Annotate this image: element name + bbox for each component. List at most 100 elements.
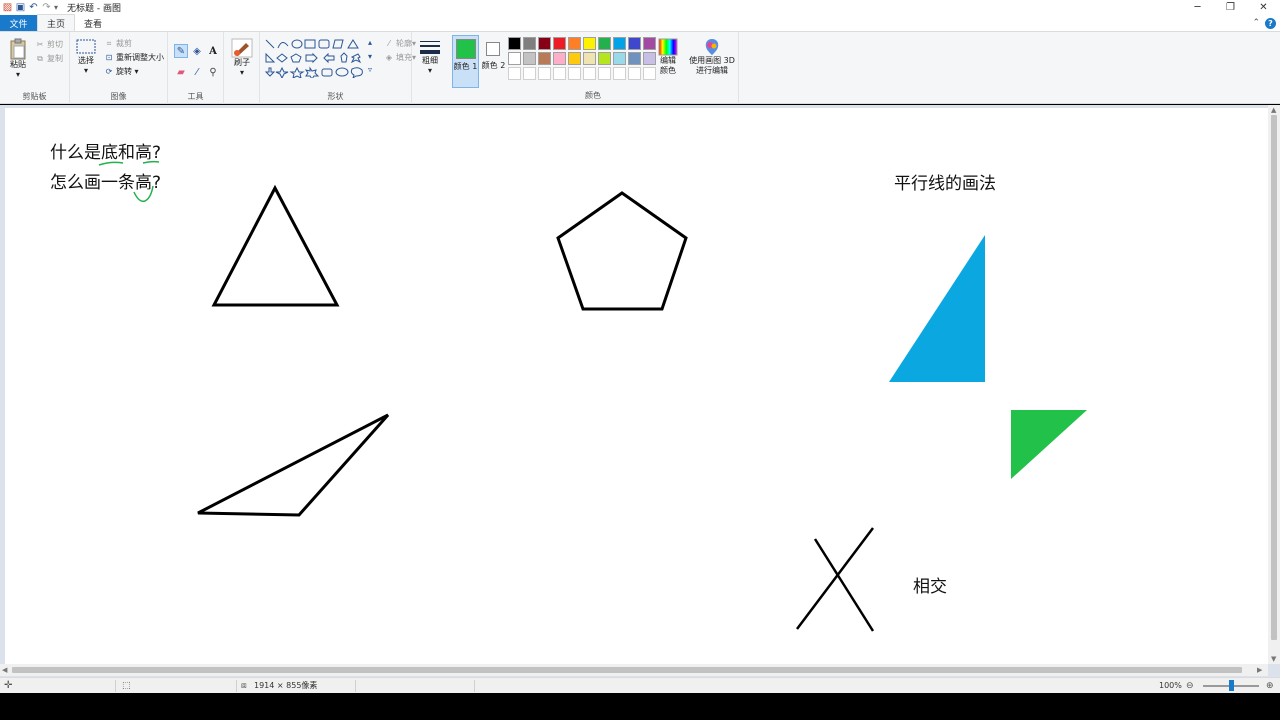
palette-swatch[interactable] <box>613 52 626 65</box>
canvas-text-line2: 怎么画一条高? <box>50 173 162 193</box>
shapes-gallery[interactable] <box>264 38 368 78</box>
select-label: 选择 <box>78 56 94 65</box>
palette-swatch[interactable] <box>508 67 521 80</box>
fill-button[interactable]: ◈ 填充 ▾ <box>372 52 416 63</box>
palette-swatch[interactable] <box>523 52 536 65</box>
palette-swatch[interactable] <box>553 67 566 80</box>
palette-swatch[interactable] <box>598 52 611 65</box>
tab-file[interactable]: 文件 <box>0 15 37 31</box>
minimize-button[interactable]: ─ <box>1181 0 1214 15</box>
tab-home[interactable]: 主页 <box>37 14 76 31</box>
zoom-in-icon[interactable]: ⊕ <box>1266 681 1274 691</box>
selection-rectangle-icon <box>76 39 96 54</box>
palette-swatch[interactable] <box>643 67 656 80</box>
resize-button[interactable]: ⊡ 重新调整大小 <box>104 52 164 63</box>
color-picker-icon[interactable]: ⁄ <box>190 65 204 79</box>
palette-swatch[interactable] <box>553 37 566 50</box>
color1-button[interactable]: 颜色 1 <box>452 35 479 88</box>
palette-swatch[interactable] <box>538 52 551 65</box>
scroll-left-icon[interactable]: ◀ <box>2 666 7 674</box>
vertical-scrollbar[interactable]: ▲ ▼ <box>1268 105 1280 664</box>
text-tool-icon[interactable]: A <box>206 44 220 58</box>
save-icon[interactable]: ▣ <box>14 1 27 14</box>
status-divider <box>474 680 475 692</box>
palette-swatch[interactable] <box>538 67 551 80</box>
pencil-icon[interactable]: ✎ <box>174 44 188 58</box>
selection-size-icon: ⬚ <box>122 680 131 691</box>
title-bar: ▨ ▣ ↶ ↷ ▾ 无标题 - 画图 ─ ❐ ✕ <box>0 0 1280 15</box>
palette-swatch[interactable] <box>628 52 641 65</box>
magnifier-icon[interactable]: ⚲ <box>206 65 220 79</box>
obtuse-triangle-shape <box>197 413 390 517</box>
tab-view[interactable]: 查看 <box>75 15 111 31</box>
palette-swatch[interactable] <box>628 67 641 80</box>
image-group: 选择 ▾ ⌗ 裁剪 ⊡ 重新调整大小 ⟳ 旋转 ▾ 图像 <box>70 32 168 104</box>
palette-swatch[interactable] <box>628 37 641 50</box>
eraser-icon[interactable]: ▰ <box>174 65 188 79</box>
palette-swatch[interactable] <box>568 37 581 50</box>
scroll-right-icon[interactable]: ▶ <box>1257 666 1262 674</box>
palette-swatch[interactable] <box>523 67 536 80</box>
scroll-up-icon[interactable]: ▲ <box>1271 106 1276 114</box>
color2-button[interactable]: 颜色 2 <box>481 35 506 88</box>
crop-button[interactable]: ⌗ 裁剪 <box>104 38 132 49</box>
close-button[interactable]: ✕ <box>1247 0 1280 15</box>
colors-group-label: 颜色 <box>585 91 601 100</box>
triangle-shape <box>211 184 340 307</box>
help-icon[interactable]: ? <box>1265 18 1276 29</box>
select-button[interactable]: 选择 ▾ <box>75 38 97 76</box>
rotate-icon: ⟳ <box>105 67 113 76</box>
horizontal-scroll-thumb[interactable] <box>12 667 1242 673</box>
shapes-group-label: 形状 <box>327 92 344 101</box>
size-button[interactable]: 粗细 ▾ <box>418 40 442 76</box>
palette-swatch[interactable] <box>643 37 656 50</box>
taskbar <box>0 693 1280 720</box>
palette-swatch[interactable] <box>538 37 551 50</box>
brushes-button[interactable]: 刷子 ▾ <box>229 38 255 78</box>
image-group-label: 图像 <box>110 92 127 101</box>
canvas-text-line1: 什么是底和高? <box>50 143 162 163</box>
drawing-canvas[interactable]: 什么是底和高? 怎么画一条高? 平行线的画法 相交 <box>5 108 1268 664</box>
palette-swatch[interactable] <box>583 67 596 80</box>
palette-swatch[interactable] <box>613 37 626 50</box>
copy-button[interactable]: ⧉ 复制 <box>35 53 63 64</box>
restore-button[interactable]: ❐ <box>1214 0 1247 15</box>
quick-access-dropdown-icon[interactable]: ▾ <box>53 3 59 12</box>
shapes-expand[interactable]: ▿ <box>368 65 372 74</box>
redo-icon[interactable]: ↷ <box>40 1 53 14</box>
brushes-group: 刷子 ▾ <box>224 32 260 104</box>
palette-swatch[interactable] <box>508 37 521 50</box>
cursor-position-icon: ✛ <box>4 680 13 691</box>
vertical-scroll-thumb[interactable] <box>1271 115 1277 640</box>
horizontal-scrollbar[interactable]: ◀ ▶ <box>0 664 1268 676</box>
palette-swatch[interactable] <box>643 52 656 65</box>
palette-swatch[interactable] <box>568 52 581 65</box>
paint3d-button[interactable]: 使用画图 3D 进行编辑 <box>688 38 736 76</box>
status-bar: ✛ ⬚ ⧈ 1914 × 855像素 100% ⊖ ⊕ <box>0 677 1280 693</box>
paste-label: 粘贴 <box>10 60 26 69</box>
palette-swatch[interactable] <box>583 52 596 65</box>
palette-swatch[interactable] <box>508 52 521 65</box>
paste-button[interactable]: 粘贴 ▾ <box>6 38 30 80</box>
zoom-out-icon[interactable]: ⊖ <box>1186 681 1194 691</box>
palette-swatch[interactable] <box>568 67 581 80</box>
palette-swatch[interactable] <box>598 37 611 50</box>
cut-button[interactable]: ✂ 剪切 <box>35 39 63 50</box>
rotate-button[interactable]: ⟳ 旋转 ▾ <box>104 66 139 77</box>
edit-colors-button[interactable]: 编辑颜色 <box>656 38 680 76</box>
scroll-down-icon[interactable]: ▼ <box>1271 655 1276 663</box>
paint-app-icon[interactable]: ▨ <box>1 1 14 14</box>
palette-swatch[interactable] <box>613 67 626 80</box>
palette-swatch[interactable] <box>553 52 566 65</box>
zoom-slider-thumb[interactable] <box>1229 680 1234 691</box>
fill-bucket-icon[interactable]: ◈ <box>190 44 204 58</box>
palette-swatch[interactable] <box>598 67 611 80</box>
chevron-up-icon[interactable]: ⌃ <box>1252 18 1260 28</box>
outline-button[interactable]: ⁄ 轮廓 ▾ <box>372 38 416 49</box>
shapes-group: ▴ ▾ ▿ ⁄ 轮廓 ▾ ◈ 填充 ▾ 形状 <box>260 32 416 104</box>
size-group: 粗细 ▾ <box>412 32 448 104</box>
palette-swatch[interactable] <box>523 37 536 50</box>
palette-swatch[interactable] <box>583 37 596 50</box>
ribbon-divider <box>738 32 739 104</box>
undo-icon[interactable]: ↶ <box>27 1 40 14</box>
